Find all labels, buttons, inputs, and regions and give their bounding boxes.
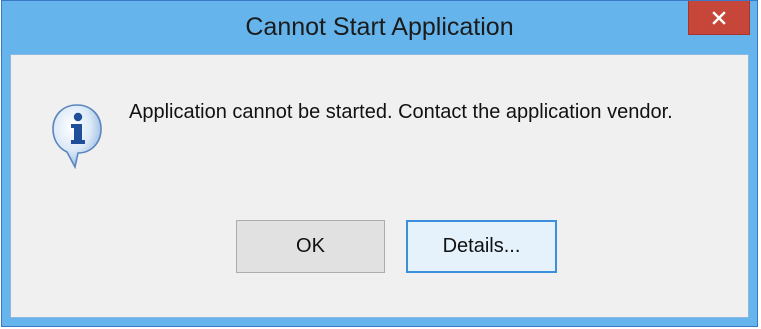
close-icon [712, 10, 726, 25]
ok-button[interactable]: OK [236, 220, 385, 273]
title-bar[interactable]: Cannot Start Application [2, 1, 757, 54]
window-title: Cannot Start Application [245, 13, 514, 41]
info-icon [52, 104, 102, 169]
dialog-message: Application cannot be started. Contact t… [129, 101, 673, 123]
details-button[interactable]: Details... [406, 220, 557, 273]
close-button[interactable] [688, 1, 750, 35]
dialog-body: Application cannot be started. Contact t… [10, 54, 749, 318]
dialog-window: Cannot Start Application Application can… [1, 0, 758, 327]
